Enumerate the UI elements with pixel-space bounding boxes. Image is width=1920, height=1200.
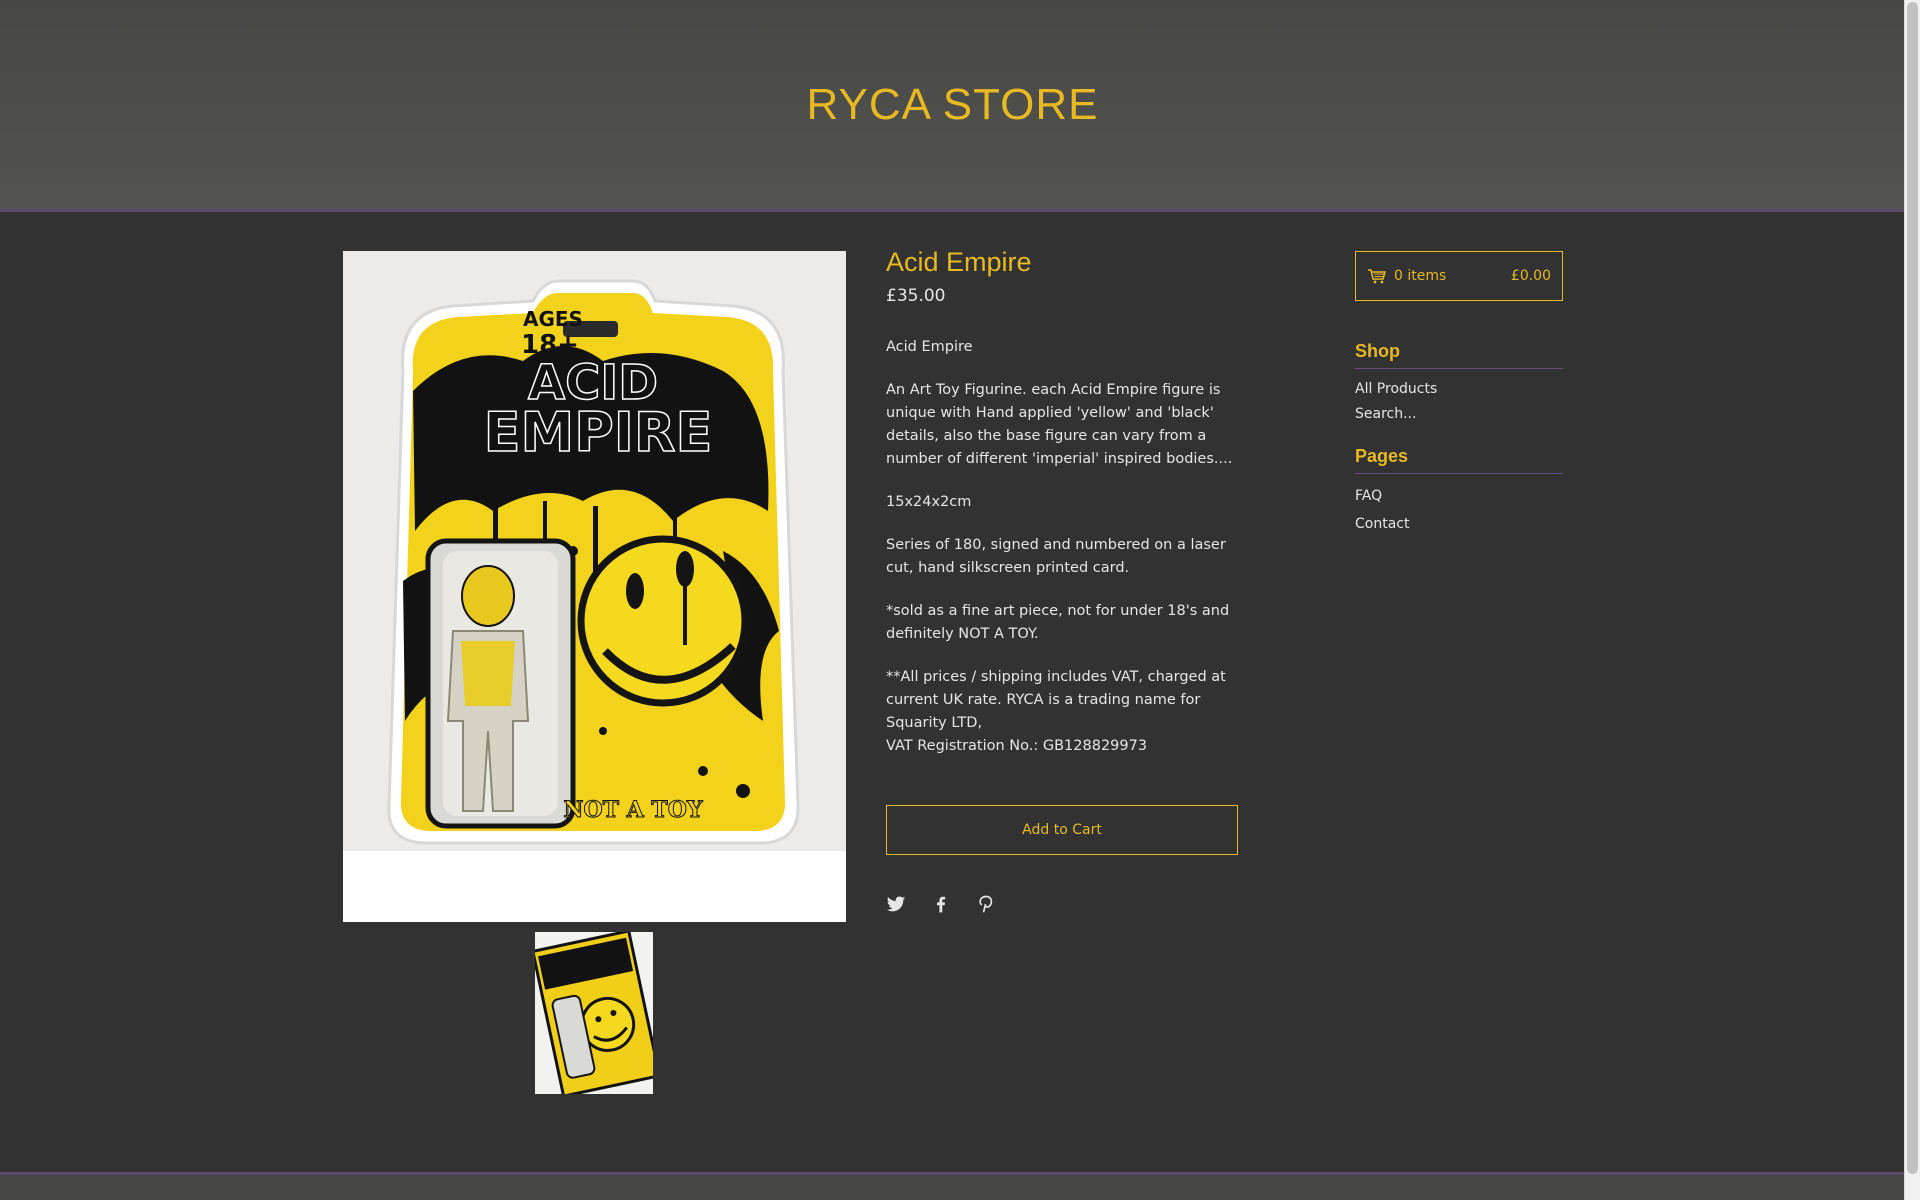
scrollbar-thumb[interactable]	[1907, 2, 1918, 1174]
vat-registration: VAT Registration No.: GB128829973	[886, 738, 1148, 754]
shop-heading: Shop	[1355, 341, 1563, 369]
page-scrollbar[interactable]	[1904, 0, 1920, 1200]
site-footer	[0, 1172, 1905, 1200]
site-header: RYCA STORE	[0, 0, 1905, 212]
facebook-icon[interactable]	[931, 894, 951, 914]
sidebar-shop: Shop All Products Search...	[1355, 341, 1563, 427]
sidebar-link-search[interactable]: Search...	[1355, 402, 1563, 427]
pages-heading: Pages	[1355, 446, 1563, 474]
svg-text:AGES: AGES	[523, 307, 583, 331]
twitter-icon[interactable]	[886, 894, 906, 914]
add-to-cart-button[interactable]: Add to Cart	[886, 805, 1238, 855]
svg-text:NOT A TOY: NOT A TOY	[563, 797, 703, 823]
acid-empire-card-image: AGES 18+ ACID EMPIRE NOT A TOY	[343, 251, 846, 922]
share-links	[886, 894, 996, 914]
cart-icon	[1367, 268, 1387, 284]
cart-item-count: 0 items	[1394, 268, 1447, 284]
product-details: Acid Empire £35.00 Acid Empire An Art To…	[886, 245, 1238, 778]
store-title[interactable]: RYCA STORE	[0, 80, 1905, 130]
thumbnail-image	[535, 932, 653, 1094]
description-paragraph: 15x24x2cm	[886, 494, 972, 510]
product-price: £35.00	[886, 286, 946, 306]
description-paragraph: Acid Empire	[886, 339, 973, 355]
sidebar-link-all-products[interactable]: All Products	[1355, 377, 1563, 402]
sidebar-link-contact[interactable]: Contact	[1355, 510, 1563, 538]
product-thumbnail[interactable]	[535, 932, 653, 1094]
description-paragraph: An Art Toy Figurine. each Acid Empire fi…	[886, 382, 1233, 467]
cart-total: £0.00	[1510, 268, 1551, 284]
description-paragraph: Series of 180, signed and numbered on a …	[886, 537, 1226, 576]
product-title: Acid Empire	[886, 247, 1032, 277]
product-description: Acid Empire An Art Toy Figurine. each Ac…	[886, 336, 1238, 758]
product-main-image[interactable]: AGES 18+ ACID EMPIRE NOT A TOY	[343, 251, 846, 922]
sidebar-link-faq[interactable]: FAQ	[1355, 482, 1563, 510]
description-paragraph: *sold as a fine art piece, not for under…	[886, 603, 1230, 642]
pinterest-icon[interactable]	[976, 894, 996, 914]
sidebar-pages: Pages FAQ Contact	[1355, 446, 1563, 538]
cart-summary[interactable]: 0 items £0.00	[1355, 251, 1563, 301]
description-paragraph: **All prices / shipping includes VAT, ch…	[886, 669, 1226, 731]
svg-text:EMPIRE: EMPIRE	[484, 401, 713, 464]
